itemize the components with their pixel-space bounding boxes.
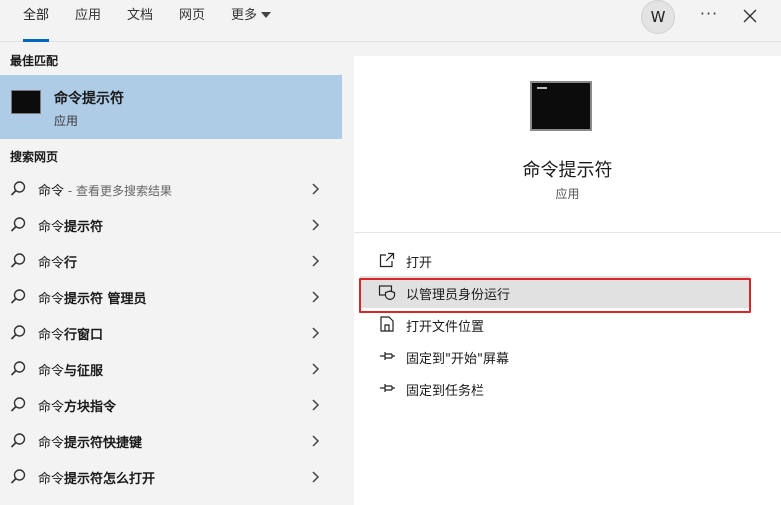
more-options-button[interactable]: ··· <box>696 4 722 28</box>
section-best-match: 最佳匹配 <box>10 54 59 68</box>
tab-apps[interactable]: 应用 <box>75 0 101 42</box>
web-result-text: 命令提示符 管理员 <box>38 288 147 307</box>
result-query: 命令 <box>38 472 65 487</box>
web-result-text: 命令行窗口 <box>38 324 103 343</box>
web-result-text: 命令与征服 <box>38 360 103 379</box>
action-label: 打开 <box>406 256 433 271</box>
open-icon <box>379 252 395 268</box>
web-result-text: 命令提示符 <box>38 216 103 235</box>
tab-all[interactable]: 全部 <box>23 0 50 42</box>
tab-more[interactable]: 更多 <box>231 0 272 42</box>
chevron-right-icon <box>312 363 320 375</box>
cursor-glyph <box>537 87 547 89</box>
search-icon <box>10 361 26 376</box>
search-icon <box>10 325 26 340</box>
search-icon <box>10 469 26 484</box>
search-icon <box>10 217 26 232</box>
action-label: 固定到"开始"屏幕 <box>406 352 509 367</box>
web-result-item[interactable]: 命令方块指令 <box>0 387 342 423</box>
detail-subtitle: 应用 <box>555 187 580 201</box>
highlight-annotation-box <box>359 278 751 313</box>
web-result-item[interactable]: 命令行窗口 <box>0 315 342 351</box>
result-query: 命令 <box>38 436 65 451</box>
result-bold-tail: 提示符快捷键 <box>64 436 143 451</box>
web-result-item[interactable]: 命令提示符快捷键 <box>0 423 342 459</box>
result-query: 命令 <box>38 364 65 379</box>
detail-title: 命令提示符 <box>522 160 613 181</box>
tab-documents[interactable]: 文档 <box>127 0 153 42</box>
account-avatar[interactable]: W <box>641 0 675 34</box>
result-bold-tail: 提示符 <box>64 220 104 235</box>
result-bold-tail: 提示符怎么打开 <box>64 472 156 487</box>
search-icon <box>10 397 26 412</box>
close-icon <box>743 9 757 23</box>
web-result-item[interactable]: 命令提示符 管理员 <box>0 279 342 315</box>
result-query: 命令 <box>38 400 65 415</box>
chevron-right-icon <box>312 327 320 339</box>
result-bold-tail: 行窗口 <box>64 328 104 343</box>
pin-icon <box>380 384 395 392</box>
web-result-text: 命令提示符快捷键 <box>38 432 142 451</box>
web-result-item[interactable]: 命令 - 查看更多搜索结果 <box>0 171 342 207</box>
search-top-bar: 全部 应用 文档 网页 更多 W ··· <box>0 0 781 42</box>
tab-web[interactable]: 网页 <box>179 0 205 42</box>
result-suffix: - 查看更多搜索结果 <box>64 184 172 198</box>
result-bold-tail: 方块指令 <box>64 400 117 415</box>
chevron-right-icon <box>312 291 320 303</box>
command-prompt-app-icon <box>11 90 41 114</box>
result-query: 命令 <box>38 256 65 271</box>
web-result-text: 命令行 <box>38 252 77 271</box>
divider <box>354 232 781 233</box>
web-result-text: 命令方块指令 <box>38 396 116 415</box>
web-result-item[interactable]: 命令行 <box>0 243 342 279</box>
web-result-text: 命令提示符怎么打开 <box>38 468 155 487</box>
search-icon <box>10 433 26 448</box>
web-result-text: 命令 - 查看更多搜索结果 <box>38 180 172 199</box>
search-icon <box>10 181 26 196</box>
best-match-title: 命令提示符 <box>54 91 124 107</box>
chevron-right-icon <box>312 183 320 195</box>
web-result-item[interactable]: 命令提示符 <box>0 207 342 243</box>
chevron-right-icon <box>312 399 320 411</box>
result-bold-tail: 行 <box>64 256 78 271</box>
search-icon <box>10 289 26 304</box>
close-button[interactable] <box>740 6 760 26</box>
result-query: 命令 <box>38 184 65 199</box>
caret-down-icon <box>261 11 272 18</box>
search-icon <box>10 253 26 268</box>
action-open[interactable]: 打开 <box>360 244 750 276</box>
chevron-right-icon <box>312 219 320 231</box>
action-label: 打开文件位置 <box>406 320 485 335</box>
command-prompt-large-icon <box>530 81 592 131</box>
pin-icon <box>380 352 395 360</box>
web-result-item[interactable]: 命令提示符怎么打开 <box>0 459 342 495</box>
result-query: 命令 <box>38 220 65 235</box>
file-location-icon <box>380 316 394 332</box>
action-pin-to-start[interactable]: 固定到"开始"屏幕 <box>360 340 750 372</box>
chevron-right-icon <box>312 435 320 447</box>
tab-more-label: 更多 <box>231 8 258 23</box>
result-query: 命令 <box>38 292 65 307</box>
best-match-result[interactable]: 命令提示符 应用 <box>0 75 342 139</box>
action-pin-to-taskbar[interactable]: 固定到任务栏 <box>360 372 750 404</box>
section-search-web: 搜索网页 <box>10 150 59 164</box>
action-label: 固定到任务栏 <box>406 384 485 399</box>
web-result-item[interactable]: 命令与征服 <box>0 351 342 387</box>
result-query: 命令 <box>38 328 65 343</box>
best-match-subtitle: 应用 <box>54 114 79 128</box>
result-bold-tail: 提示符 管理员 <box>64 292 147 307</box>
chevron-right-icon <box>312 471 320 483</box>
result-bold-tail: 与征服 <box>64 364 104 379</box>
chevron-right-icon <box>312 255 320 267</box>
